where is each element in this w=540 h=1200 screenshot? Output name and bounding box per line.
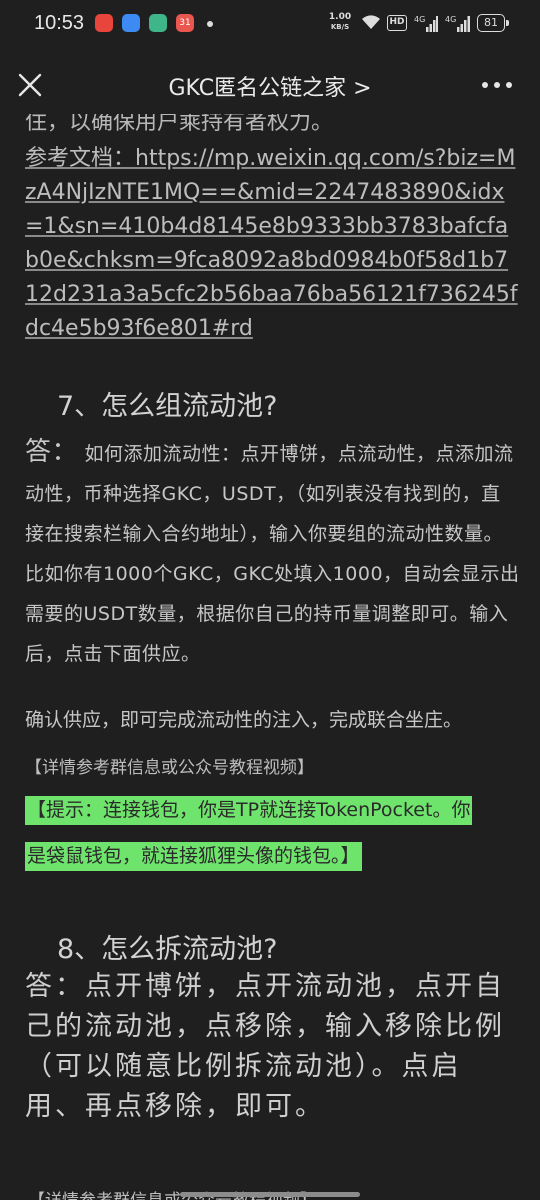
account-title-link[interactable]: GKC匿名公链之家 > bbox=[0, 70, 540, 102]
status-bar: 10:53 31 1.00 KB/S HD 4G 4G 81 bbox=[0, 0, 540, 50]
section-8-answer: 答：点开博饼，点开流动池，点开自己的流动池，点移除，输入移除比例（可以随意比例拆… bbox=[25, 971, 505, 1122]
answer-text: 如何添加流动性：点开博饼，点流动性，点添加流动性，币种选择GKC，USDT，（如… bbox=[25, 443, 520, 665]
status-time: 10:53 bbox=[34, 12, 85, 34]
section-7-answer: 答： 如何添加流动性：点开博饼，点流动性，点添加流动性，币种选择GKC，USDT… bbox=[25, 432, 520, 674]
calendar-app-icon: 31 bbox=[176, 14, 194, 32]
section-7-note: 【详情参考群信息或公众号教程视频】 bbox=[25, 758, 314, 778]
browser-app-icon bbox=[122, 14, 140, 32]
reference-block: 参考文档：https://mp.weixin.qq.com/s?biz=MzA4… bbox=[25, 142, 520, 346]
signal-icon-1: 4G bbox=[414, 15, 438, 32]
phone-app-icon bbox=[149, 14, 167, 32]
tip-highlight-line-2: 是袋鼠钱包，就连接狐狸头像的钱包。】 bbox=[25, 842, 362, 871]
speed-unit: KB/S bbox=[330, 23, 350, 31]
reference-label: 参考文档： bbox=[25, 146, 136, 171]
section-7-answer-confirm: 确认供应，即可完成流动性的注入，完成联合坐庄。 bbox=[25, 709, 463, 731]
reference-link[interactable]: https://mp.weixin.qq.com/s?biz=MzA4NjIzN… bbox=[25, 146, 518, 341]
wifi-icon bbox=[362, 15, 380, 29]
svg-text:4G: 4G bbox=[445, 15, 456, 24]
section-heading-7: 7、怎么组流动池? bbox=[57, 391, 278, 422]
hd-icon: HD bbox=[387, 15, 407, 31]
tip-highlight-line-1: 【提示：连接钱包，你是TP就连接TokenPocket。你 bbox=[25, 796, 473, 825]
article-body: 住，以确保用户乘持有者权力。 参考文档：https://mp.weixin.qq… bbox=[0, 102, 540, 1200]
notification-dot-icon bbox=[207, 21, 213, 27]
battery-icon: 81 bbox=[477, 14, 509, 32]
network-speed: 1.00 KB/S bbox=[327, 12, 353, 32]
answer-label: 答： bbox=[25, 437, 79, 467]
speed-value: 1.00 bbox=[328, 12, 352, 22]
section-heading-8: 8、怎么拆流动池? bbox=[57, 934, 278, 965]
partial-text-line: 住，以确保用户乘持有者权力。 bbox=[25, 110, 334, 135]
home-indicator[interactable] bbox=[180, 1192, 360, 1197]
video-app-icon bbox=[95, 14, 113, 32]
svg-text:4G: 4G bbox=[414, 15, 425, 24]
signal-icon-2: 4G bbox=[445, 15, 470, 32]
more-options-icon[interactable] bbox=[482, 82, 512, 90]
